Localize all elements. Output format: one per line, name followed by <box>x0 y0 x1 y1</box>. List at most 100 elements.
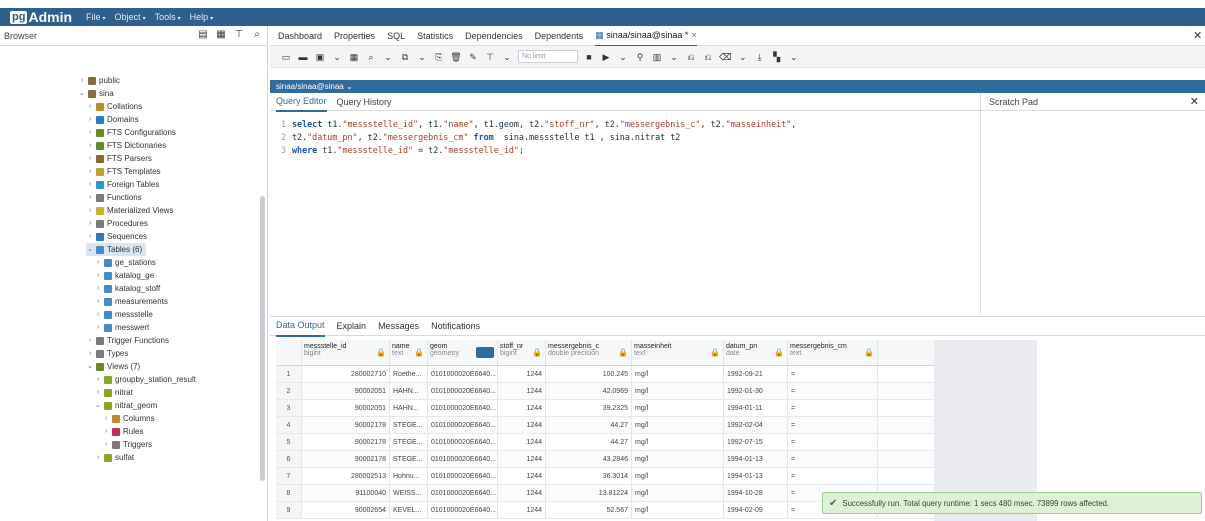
table-cell[interactable]: 1244 <box>498 400 546 416</box>
close-icon[interactable]: ✕ <box>1193 29 1202 42</box>
chevron-right-icon[interactable]: › <box>86 347 94 360</box>
table-cell[interactable]: = <box>788 366 878 382</box>
chevron-down-icon[interactable]: ⌄ <box>331 50 343 64</box>
row-number[interactable]: 9 <box>276 502 302 518</box>
table-cell[interactable]: = <box>788 400 878 416</box>
delete-icon[interactable]: 🗑 <box>450 50 462 64</box>
row-number[interactable]: 4 <box>276 417 302 433</box>
tree-item[interactable]: › Types <box>86 347 129 360</box>
chevron-down-icon[interactable]: ⌄ <box>86 360 94 373</box>
tree-item[interactable]: › measurements <box>94 295 168 308</box>
filter-icon[interactable]: ⊤ <box>233 29 245 41</box>
chevron-right-icon[interactable]: › <box>86 165 94 178</box>
scratch-pad[interactable]: Scratch Pad ✕ <box>980 93 1205 315</box>
chevron-right-icon[interactable]: › <box>94 282 102 295</box>
tree-item[interactable]: › Procedures <box>86 217 148 230</box>
tree-item[interactable]: › Rules <box>102 425 144 438</box>
chevron-right-icon[interactable]: › <box>94 373 102 386</box>
table-cell[interactable]: mg/l <box>632 502 724 518</box>
tab-query-editor[interactable]: Query Editor <box>276 92 327 112</box>
tab-sinaa-sinaa-sinaa[interactable]: ▦ sinaa/sinaa@sinaa * × <box>595 25 697 47</box>
tab-notifications[interactable]: Notifications <box>431 316 480 336</box>
table-cell[interactable]: mg/l <box>632 366 724 382</box>
chevron-down-icon[interactable]: ⌄ <box>788 50 800 64</box>
column-header[interactable]: messergebnis_c double precision 🔒 <box>546 340 632 365</box>
chevron-right-icon[interactable]: › <box>94 295 102 308</box>
tree-item[interactable]: › Materialized Views <box>86 204 174 217</box>
chevron-down-icon[interactable]: ⌄ <box>668 50 680 64</box>
tree-item[interactable]: › Domains <box>86 113 139 126</box>
table-cell[interactable]: 1992-09-21 <box>724 366 788 382</box>
table-cell[interactable]: 90002178 <box>302 417 390 433</box>
table-cell[interactable]: 91100040 <box>302 485 390 501</box>
table-cell[interactable]: 0101000020E6640... <box>428 434 498 450</box>
table-row[interactable]: 2 90002051 HAHN... 0101000020E6640... 1244 42… <box>276 383 934 400</box>
table-cell[interactable]: 90002654 <box>302 502 390 518</box>
tree-item[interactable]: ⌄ Views (7) <box>86 360 140 373</box>
table-cell[interactable]: 100.245 <box>546 366 632 382</box>
rollback-icon[interactable]: ⎌ <box>702 50 714 64</box>
table-cell[interactable]: 39.2325 <box>546 400 632 416</box>
table-cell[interactable]: 43.2846 <box>546 451 632 467</box>
chevron-down-icon[interactable]: ⌄ <box>617 50 629 64</box>
table-cell[interactable]: 0101000020E6640... <box>428 383 498 399</box>
chevron-right-icon[interactable]: › <box>94 451 102 464</box>
tree-item[interactable]: › FTS Dictionaries <box>86 139 166 152</box>
tree-item[interactable]: › katalog_ge <box>94 269 154 282</box>
tree-item[interactable]: ⌄ sina <box>78 87 114 100</box>
menu-object[interactable]: Object ▾ <box>115 12 146 22</box>
tree-item[interactable]: › Trigger Functions <box>86 334 169 347</box>
success-toast[interactable]: ✔ Successfully run. Total query runtime:… <box>822 492 1202 514</box>
table-cell[interactable]: 1992-02-04 <box>724 417 788 433</box>
table-cell[interactable]: 0101000020E6640... <box>428 366 498 382</box>
tree-item[interactable]: › ge_stations <box>94 256 156 269</box>
explain-analyze-icon[interactable]: ▥ <box>651 50 663 64</box>
table-cell[interactable]: 1244 <box>498 434 546 450</box>
browser-scrollbar[interactable] <box>260 196 265 481</box>
table-cell[interactable]: 44.27 <box>546 417 632 433</box>
table-cell[interactable]: 1244 <box>498 417 546 433</box>
search-icon[interactable]: ⌕ <box>251 29 263 41</box>
table-row[interactable]: 3 90002051 HAHN... 0101000020E6640... 1244 39… <box>276 400 934 417</box>
chevron-down-icon[interactable]: ⌄ <box>86 243 94 256</box>
grid-icon[interactable]: ▦ <box>215 29 227 41</box>
chevron-right-icon[interactable]: › <box>102 438 110 451</box>
row-number[interactable]: 5 <box>276 434 302 450</box>
row-number[interactable]: 1 <box>276 366 302 382</box>
table-cell[interactable]: = <box>788 383 878 399</box>
table-row[interactable]: 4 90002178 STEGE... 0101000020E6640... 1244 4… <box>276 417 934 434</box>
menu-tools[interactable]: Tools ▾ <box>155 12 181 22</box>
table-cell[interactable]: mg/l <box>632 485 724 501</box>
table-cell[interactable]: = <box>788 468 878 484</box>
table-cell[interactable]: HAHN... <box>390 383 428 399</box>
macro-icon[interactable]: ▚ <box>771 50 783 64</box>
chevron-right-icon[interactable]: › <box>102 425 110 438</box>
column-header[interactable]: masseinheit text 🔒 <box>632 340 724 365</box>
menu-file[interactable]: File ▾ <box>86 12 106 22</box>
tree-item[interactable]: › public <box>78 74 120 87</box>
sql-editor[interactable]: 1 select t1."messstelle_id", t1."name", t… <box>270 118 976 313</box>
close-icon[interactable]: × <box>691 30 696 40</box>
table-cell[interactable]: Hohnu... <box>390 468 428 484</box>
table-cell[interactable]: mg/l <box>632 434 724 450</box>
table-cell[interactable]: mg/l <box>632 417 724 433</box>
code-line[interactable]: 2 t2."datum_pn", t2."messergebnis_cm" fro… <box>270 131 976 144</box>
column-header[interactable]: messergebnis_cm text 🔒 <box>788 340 878 365</box>
table-icon[interactable]: ▦ <box>348 50 360 64</box>
edit-icon[interactable]: ✎ <box>467 50 479 64</box>
limit-select[interactable]: No limit <box>518 50 578 63</box>
tree-item[interactable]: ⌄ nitrat_geom <box>94 399 157 412</box>
tree-item[interactable]: › messstelle <box>94 308 153 321</box>
row-number[interactable]: 7 <box>276 468 302 484</box>
tab-statistics[interactable]: Statistics <box>417 26 453 46</box>
column-header[interactable]: datum_pn date 🔒 <box>724 340 788 365</box>
tab-messages[interactable]: Messages <box>378 316 419 336</box>
tree-item[interactable]: › Functions <box>86 191 142 204</box>
execute-icon[interactable]: ▶ <box>600 50 612 64</box>
table-cell[interactable]: 1994-02-09 <box>724 502 788 518</box>
table-row[interactable]: 6 90002178 STEGE... 0101000020E6640... 1244 4… <box>276 451 934 468</box>
row-number[interactable]: 3 <box>276 400 302 416</box>
table-cell[interactable]: STEGE... <box>390 417 428 433</box>
table-cell[interactable]: 44.27 <box>546 434 632 450</box>
tree-item[interactable]: › FTS Parsers <box>86 152 152 165</box>
